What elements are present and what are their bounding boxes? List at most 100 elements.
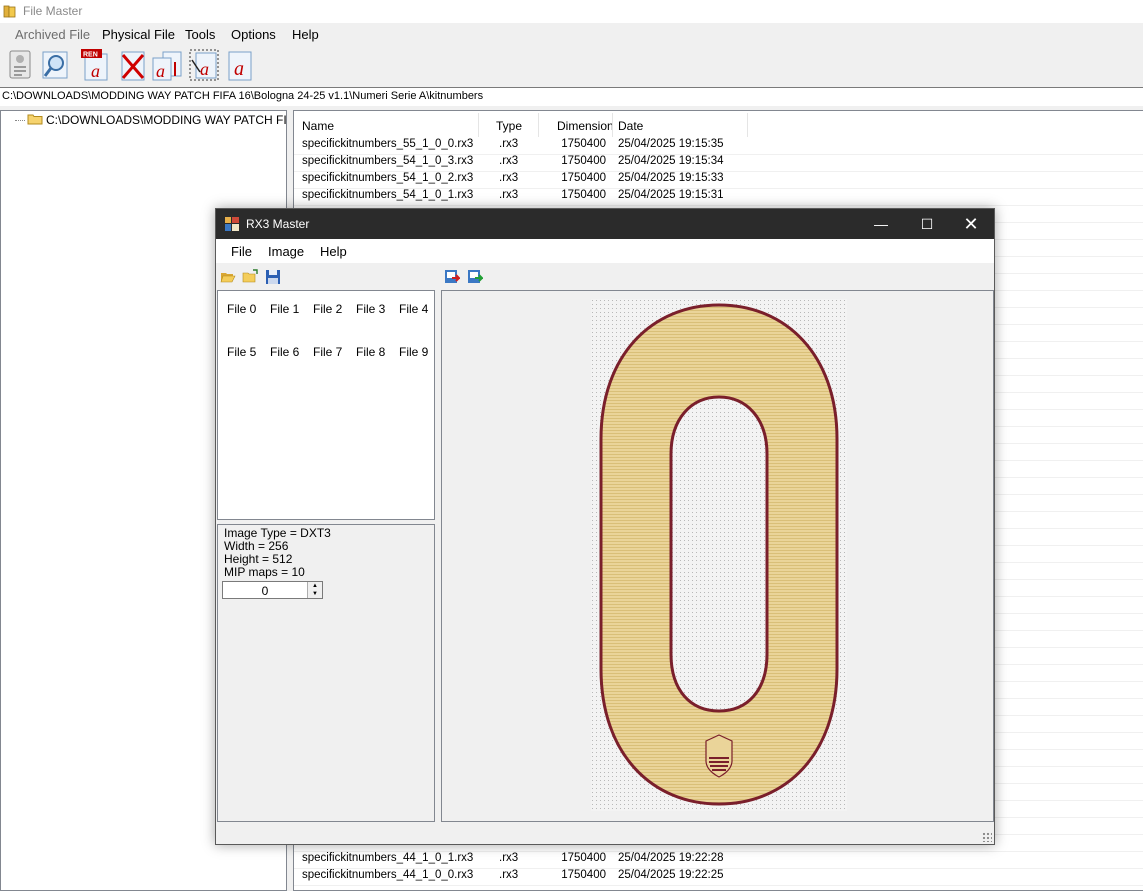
menu-archived-file[interactable]: Archived File (15, 27, 90, 42)
rx3-app-icon (225, 217, 239, 231)
cell-date: 25/04/2025 19:15:33 (618, 172, 724, 184)
import-image-icon[interactable] (467, 269, 483, 285)
rx3-file-list[interactable]: File 0 File 1 File 2 File 3 File 4 File … (217, 290, 435, 520)
open-folder-icon[interactable] (220, 269, 236, 285)
path-bar[interactable]: C:\DOWNLOADS\MODDING WAY PATCH FIFA 16\B… (0, 87, 1143, 107)
delete-icon[interactable] (117, 48, 149, 82)
folder-app-icon (3, 5, 16, 18)
rx3-menu-bar: File Image Help (216, 239, 994, 263)
file-entry[interactable]: File 3 (356, 302, 385, 316)
view-file-icon[interactable]: a (224, 48, 256, 82)
column-header-name[interactable]: Name (302, 119, 334, 133)
cell-date: 25/04/2025 19:22:25 (618, 869, 724, 881)
export-image-icon[interactable] (444, 269, 460, 285)
menu-tools[interactable]: Tools (185, 27, 215, 42)
cell-type: .rx3 (499, 852, 519, 864)
rx3-menu-help[interactable]: Help (320, 244, 347, 259)
mip-maps-text: MIP maps = 10 (224, 565, 305, 579)
cell-name: specifickitnumbers_54_1_0_1.rx3 (302, 189, 474, 201)
preview-texture (591, 299, 847, 811)
table-row[interactable]: specifickitnumbers_54_1_0_2.rx3 .rx3 175… (294, 171, 1143, 189)
rx3-image-toolbar (441, 264, 994, 289)
save-icon[interactable] (265, 269, 281, 285)
file-entry[interactable]: File 0 (227, 302, 256, 316)
cell-type: .rx3 (499, 172, 519, 184)
folder-icon (27, 114, 43, 125)
tree-connector (15, 120, 25, 122)
cell-type: .rx3 (499, 138, 519, 150)
svg-text:a: a (91, 61, 100, 81)
maximize-icon[interactable]: ☐ (904, 209, 950, 239)
cell-dimension: 1750400 (561, 155, 606, 167)
search-icon[interactable] (39, 48, 71, 82)
file-entry[interactable]: File 1 (270, 302, 299, 316)
file-entry[interactable]: File 7 (313, 345, 342, 359)
file-entry[interactable]: File 2 (313, 302, 342, 316)
mip-level-stepper[interactable]: 0 ▲ ▼ (222, 581, 323, 599)
rx3-file-toolbar (217, 264, 435, 289)
stepper-up-icon[interactable]: ▲ (307, 582, 322, 590)
cell-type: .rx3 (499, 869, 519, 881)
tree-node-label: C:\DOWNLOADS\MODDING WAY PATCH FIFA (46, 113, 287, 127)
cell-name: specifickitnumbers_54_1_0_2.rx3 (302, 172, 474, 184)
menu-options[interactable]: Options (231, 27, 276, 42)
file-entry[interactable]: File 5 (227, 345, 256, 359)
rx3-menu-file[interactable]: File (231, 244, 252, 259)
cell-name: specifickitnumbers_54_1_0_3.rx3 (302, 155, 474, 167)
main-toolbar: REN a a a a (0, 45, 1143, 87)
stepper-down-icon[interactable]: ▼ (307, 590, 322, 598)
cell-date: 25/04/2025 19:15:35 (618, 138, 724, 150)
path-text: C:\DOWNLOADS\MODDING WAY PATCH FIFA 16\B… (2, 90, 484, 102)
table-row[interactable]: specifickitnumbers_44_1_0_1.rx3 .rx3 175… (294, 851, 1143, 869)
export-icon[interactable]: a (188, 48, 220, 82)
cell-type: .rx3 (499, 189, 519, 201)
tree-node-root[interactable]: C:\DOWNLOADS\MODDING WAY PATCH FIFA (15, 113, 287, 127)
main-menu-bar: Archived File Physical File Tools Option… (0, 23, 1143, 45)
table-row[interactable]: specifickitnumbers_44_1_0_0.rx3 .rx3 175… (294, 868, 1143, 886)
club-crest-icon (705, 734, 733, 778)
menu-help[interactable]: Help (292, 27, 319, 42)
table-row[interactable]: specifickitnumbers_54_1_0_3.rx3 .rx3 175… (294, 154, 1143, 172)
rx3-status-bar (216, 824, 994, 844)
cell-name: specifickitnumbers_44_1_0_0.rx3 (302, 869, 474, 881)
list-header: Name Type Dimension Date (294, 113, 754, 137)
column-header-dimension[interactable]: Dimension (557, 119, 614, 133)
file-entry[interactable]: File 6 (270, 345, 299, 359)
cell-date: 25/04/2025 19:22:28 (618, 852, 724, 864)
main-window-title: File Master (23, 4, 83, 18)
table-row[interactable]: specifickitnumbers_54_1_0_1.rx3 .rx3 175… (294, 188, 1143, 206)
image-info-panel: Image Type = DXT3 Width = 256 Height = 5… (217, 524, 435, 822)
column-header-date[interactable]: Date (618, 119, 643, 133)
rx3-title-bar[interactable]: RX3 Master — ☐ ✕ (216, 209, 994, 239)
properties-icon[interactable] (4, 48, 36, 82)
rename-badge: REN (83, 52, 98, 59)
table-row[interactable]: specifickitnumbers_55_1_0_0.rx3 .rx3 175… (294, 137, 1143, 155)
rename-icon[interactable]: REN a (80, 48, 112, 82)
open-file-icon[interactable] (242, 269, 258, 285)
cell-date: 25/04/2025 19:15:31 (618, 189, 724, 201)
import-icon[interactable]: a (151, 48, 183, 82)
cell-name: specifickitnumbers_55_1_0_0.rx3 (302, 138, 474, 150)
cell-date: 25/04/2025 19:15:34 (618, 155, 724, 167)
main-title-bar: File Master (0, 0, 1143, 23)
cell-dimension: 1750400 (561, 172, 606, 184)
image-preview (441, 290, 994, 822)
resize-grip-icon[interactable] (982, 832, 992, 842)
cell-name: specifickitnumbers_44_1_0_1.rx3 (302, 852, 474, 864)
menu-physical-file[interactable]: Physical File (102, 27, 175, 42)
column-header-type[interactable]: Type (496, 119, 522, 133)
cell-dimension: 1750400 (561, 138, 606, 150)
file-entry[interactable]: File 8 (356, 345, 385, 359)
file-entry[interactable]: File 9 (399, 345, 428, 359)
cell-dimension: 1750400 (561, 852, 606, 864)
minimize-icon[interactable]: — (858, 209, 904, 239)
mip-level-value[interactable]: 0 (223, 584, 307, 598)
svg-text:a: a (234, 58, 244, 80)
rx3-window-title: RX3 Master (246, 217, 310, 231)
cell-dimension: 1750400 (561, 869, 606, 881)
rx3-menu-image[interactable]: Image (268, 244, 304, 259)
close-icon[interactable]: ✕ (948, 209, 994, 239)
cell-type: .rx3 (499, 155, 519, 167)
svg-text:a: a (200, 59, 209, 79)
file-entry[interactable]: File 4 (399, 302, 428, 316)
